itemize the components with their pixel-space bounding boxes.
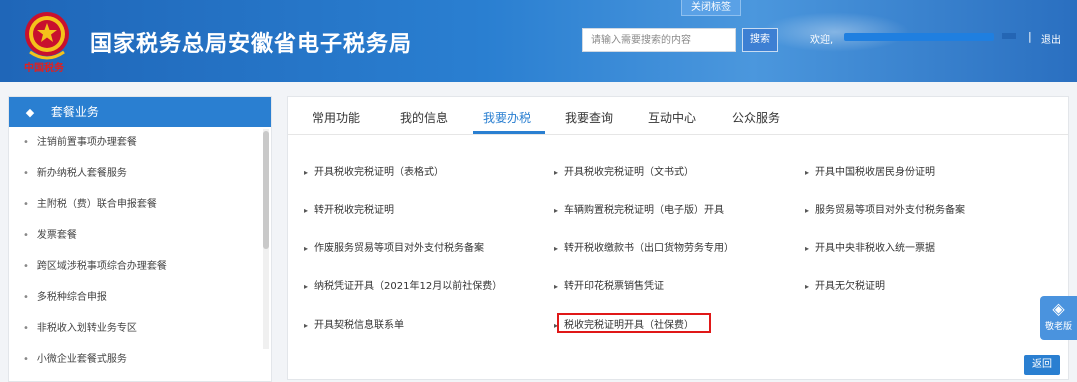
sidebar-item-label: 新办纳税人套餐服务: [36, 168, 127, 179]
tab-common-functions[interactable]: 常用功能: [312, 109, 360, 126]
sidebar-item-label: 跨区域涉税事项综合办理套餐: [36, 261, 167, 272]
tab-query[interactable]: 我要查询: [565, 109, 613, 126]
service-link-label: 纳税凭证开具（2021年12月以前社保费）: [314, 281, 503, 292]
sidebar-item[interactable]: • 新办纳税人套餐服务: [9, 158, 271, 189]
service-link[interactable]: ▸ 转开印花税票销售凭证: [554, 277, 664, 292]
service-link[interactable]: ▸ 开具契税信息联系单: [304, 316, 404, 331]
welcome-text: 欢迎,: [810, 35, 834, 46]
active-tab-indicator: [473, 131, 545, 134]
user-name-tail: [1002, 33, 1016, 39]
bullet-icon: •: [23, 354, 29, 365]
tab-interaction-center[interactable]: 互动中心: [648, 109, 696, 126]
main-panel: 常用功能 我的信息 我要办税 我要查询 互动中心 公众服务 ▸ 开具税收完税证明（…: [287, 96, 1069, 380]
arrow-right-icon: ▸: [554, 282, 559, 291]
arrow-right-icon: ▸: [554, 168, 559, 177]
emblem-text: 中国税务: [24, 63, 64, 74]
arrow-right-icon: ▸: [304, 206, 309, 215]
service-link-label: 开具契税信息联系单: [314, 320, 405, 331]
service-link-label: 转开印花税票销售凭证: [564, 281, 665, 292]
service-link-label: 转开税收完税证明: [314, 205, 395, 216]
service-link-label: 开具中央非税收入统一票据: [815, 243, 936, 254]
sidebar-item[interactable]: • 小微企业套餐式服务: [9, 344, 271, 375]
service-link[interactable]: ▸ 车辆购置税完税证明（电子版）开具: [554, 201, 724, 216]
sidebar-item-label: 发票套餐: [36, 230, 77, 241]
service-link[interactable]: ▸ 开具无欠税证明: [805, 277, 885, 292]
sidebar-item[interactable]: • 非税收入划转业务专区: [9, 313, 271, 344]
senior-mode-button[interactable]: ◈ 敬老版: [1040, 296, 1077, 340]
bullet-icon: •: [23, 168, 29, 179]
service-link-label: 开具税收完税证明（文书式）: [564, 167, 695, 178]
header-divider: |: [1028, 30, 1032, 43]
sidebar-header: ◆ 套餐业务: [9, 97, 271, 127]
tab-my-info[interactable]: 我的信息: [400, 109, 448, 126]
return-button[interactable]: 返回: [1024, 355, 1060, 375]
sidebar-item[interactable]: • 发票套餐: [9, 220, 271, 251]
arrow-right-icon: ▸: [805, 168, 810, 177]
site-header: 关闭标签 中国税务 国家税务总局安徽省电子税务局 搜索 欢迎, | 退出: [0, 0, 1077, 82]
service-link[interactable]: ▸ 转开税收缴款书（出口货物劳务专用）: [554, 239, 734, 254]
sidebar-item-label: 小微企业套餐式服务: [36, 354, 127, 365]
tax-emblem-icon: [25, 12, 69, 60]
service-link[interactable]: ▸ 开具税收完税证明（文书式）: [554, 163, 694, 178]
service-link-label: 作废服务贸易等项目对外支付税务备案: [314, 243, 485, 254]
bullet-icon: •: [23, 261, 29, 272]
sidebar-item-label: 注销前置事项办理套餐: [36, 137, 137, 148]
service-link[interactable]: ▸ 转开税收完税证明: [304, 201, 394, 216]
site-title: 国家税务总局安徽省电子税务局: [90, 32, 413, 57]
service-link-label: 车辆购置税完税证明（电子版）开具: [564, 205, 725, 216]
service-link[interactable]: ▸ 作废服务贸易等项目对外支付税务备案: [304, 239, 484, 254]
service-link[interactable]: ▸ 开具中央非税收入统一票据: [805, 239, 935, 254]
arrow-right-icon: ▸: [554, 244, 559, 253]
arrow-right-icon: ▸: [304, 321, 309, 330]
sidebar-title: 套餐业务: [50, 105, 99, 119]
search-button[interactable]: 搜索: [742, 28, 778, 52]
arrow-right-icon: ▸: [554, 206, 559, 215]
close-tag-button[interactable]: 关闭标签: [681, 0, 741, 16]
sidebar-item-label: 主附税（费）联合申报套餐: [36, 199, 157, 210]
service-link-label: 开具无欠税证明: [815, 281, 886, 292]
sidebar-list: • 注销前置事项办理套餐 • 新办纳税人套餐服务 • 主附税（费）联合申报套餐 • 发票…: [9, 127, 271, 375]
service-link-label: 服务贸易等项目对外支付税务备案: [815, 205, 966, 216]
arrow-right-icon: ▸: [304, 282, 309, 291]
arrow-right-icon: ▸: [805, 282, 810, 291]
sidebar-item[interactable]: • 多税种综合申报: [9, 282, 271, 313]
arrow-right-icon: ▸: [304, 168, 309, 177]
bullet-icon: •: [23, 292, 29, 303]
user-name-redacted: [844, 33, 994, 41]
arrow-right-icon: ▸: [805, 244, 810, 253]
bullet-icon: •: [23, 137, 29, 148]
service-link[interactable]: ▸ 开具税收完税证明（表格式）: [304, 163, 444, 178]
service-link-label: 转开税收缴款书（出口货物劳务专用）: [564, 243, 735, 254]
sidebar-item-label: 非税收入划转业务专区: [36, 323, 137, 334]
tab-public-services[interactable]: 公众服务: [732, 109, 780, 126]
sidebar-item[interactable]: • 注销前置事项办理套餐: [9, 127, 271, 158]
scroll-thumb[interactable]: [263, 131, 269, 249]
service-link-label: 开具中国税收居民身份证明: [815, 167, 936, 178]
service-link-label: 开具税收完税证明（表格式）: [314, 167, 445, 178]
senior-mode-label: 敬老版: [1044, 322, 1072, 332]
service-link[interactable]: ▸ 纳税凭证开具（2021年12月以前社保费）: [304, 277, 502, 292]
sidebar-item[interactable]: • 主附税（费）联合申报套餐: [9, 189, 271, 220]
diamond-heart-icon: ◈: [1052, 299, 1065, 318]
bullet-icon: •: [23, 323, 29, 334]
header-decoration: [760, 12, 910, 52]
tab-tax-handling[interactable]: 我要办税: [483, 109, 531, 126]
bullet-icon: •: [23, 199, 29, 210]
sidebar-item[interactable]: • 跨区域涉税事项综合办理套餐: [9, 251, 271, 282]
search-input[interactable]: [582, 28, 736, 52]
sidebar-scrollbar[interactable]: [263, 129, 269, 349]
arrow-right-icon: ▸: [805, 206, 810, 215]
arrow-right-icon: ▸: [304, 244, 309, 253]
logout-link[interactable]: 退出: [1041, 31, 1061, 46]
service-link[interactable]: ▸ 开具中国税收居民身份证明: [805, 163, 935, 178]
service-link[interactable]: ▸ 服务贸易等项目对外支付税务备案: [805, 201, 965, 216]
package-sidebar: ◆ 套餐业务 • 注销前置事项办理套餐 • 新办纳税人套餐服务 • 主附税（费）联合申…: [8, 96, 272, 382]
bullet-icon: •: [23, 230, 29, 241]
sidebar-item-label: 多税种综合申报: [36, 292, 107, 303]
highlight-box: [557, 313, 711, 333]
tab-bar: 常用功能 我的信息 我要办税 我要查询 互动中心 公众服务: [288, 97, 1068, 135]
layers-icon: ◆: [25, 106, 35, 119]
